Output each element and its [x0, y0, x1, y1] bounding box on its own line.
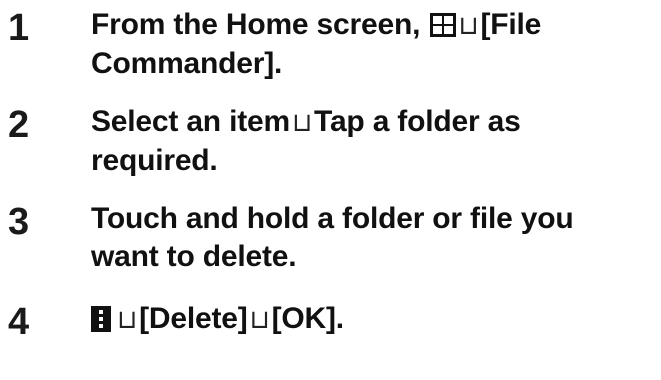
apps-grid-icon [430, 9, 457, 37]
step-text-segment: Select an item [91, 105, 290, 138]
step-line: Touch and hold a folder or file you [91, 202, 574, 235]
step-text: From the Home screen, ⊔[File Commander]. [91, 6, 651, 83]
step-line: ⊔[Delete]⊔[OK]. [91, 300, 651, 339]
step-text: Select an item⊔Tap a folder as required. [91, 103, 651, 180]
step-number: 3 [8, 201, 30, 243]
step-separator-icon: ⊔ [291, 108, 313, 138]
step-number: 1 [8, 7, 30, 49]
step-text-segment: Tap a folder as [314, 105, 521, 138]
step-text-segment: From the Home screen, [91, 8, 429, 41]
step-number: 4 [8, 301, 30, 343]
instruction-page: 1 From the Home screen, ⊔[File Commander… [0, 0, 661, 380]
step-line: From the Home screen, ⊔[File [91, 6, 651, 45]
step-number: 2 [8, 104, 30, 146]
step-separator-icon: ⊔ [458, 11, 479, 41]
menu-icon [91, 304, 111, 332]
step-line: Select an item⊔Tap a folder as [91, 103, 651, 142]
step-text: ⊔[Delete]⊔[OK]. [91, 300, 651, 339]
step-text-segment: [OK]. [271, 302, 345, 335]
step-text-segment: [File [480, 8, 542, 41]
step-line: required. [91, 144, 218, 177]
step-separator-icon: ⊔ [117, 305, 138, 335]
step-line: Commander]. [91, 47, 283, 80]
step-text-segment: [Delete] [139, 302, 248, 335]
step-line: want to delete. [91, 240, 297, 273]
step-separator-icon: ⊔ [249, 305, 270, 335]
step-text: Touch and hold a folder or file you want… [91, 200, 651, 276]
